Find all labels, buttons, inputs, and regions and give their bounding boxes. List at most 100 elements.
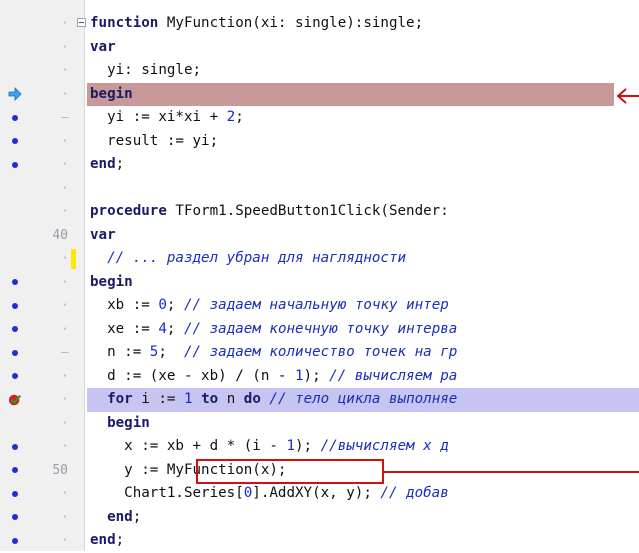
code-text[interactable]: d := (xe - xb) / (n - 1); // вычисляем р… [90, 365, 457, 389]
breakpoint-slot[interactable] [5, 506, 25, 530]
breakpoint-dot-icon [12, 443, 18, 450]
code-line[interactable]: · xb := 0; // задаем начальную точку инт… [0, 294, 639, 318]
code-text[interactable]: xe := 4; // задаем конечную точку интерв… [90, 318, 457, 342]
exec-point-arrow-icon [8, 87, 22, 102]
code-token: ; [115, 156, 125, 172]
gutter-mark: · [61, 392, 69, 406]
keyword-token: to [201, 391, 219, 407]
number-token: 1 [183, 391, 193, 407]
number-token: 2 [226, 109, 236, 125]
code-text[interactable]: end; [90, 529, 124, 553]
gutter-mark: · [61, 180, 69, 195]
code-line[interactable]: · begin [0, 82, 639, 107]
code-line[interactable]: · end; [0, 506, 639, 530]
code-line[interactable]: · x := xb + d * (i - 1); //вычисляем х д [0, 435, 639, 459]
keyword-token: function [90, 15, 159, 31]
breakpoint-slot[interactable] [5, 482, 25, 506]
breakpoint-slot[interactable] [5, 341, 25, 365]
comment-token: // вычисляем ра [329, 367, 458, 384]
breakpoint-slot[interactable] [5, 318, 25, 342]
code-text[interactable]: begin [90, 412, 150, 436]
code-token: xe := [90, 320, 159, 337]
breakpoint-slot[interactable] [5, 153, 25, 177]
code-text[interactable]: n := 5; // задаем количество точек на гр [90, 341, 457, 365]
comment-token: // ... раздел убран для наглядности [90, 250, 407, 266]
breakpoint-slot[interactable] [5, 412, 25, 436]
breakpoint-slot[interactable] [5, 247, 25, 271]
keyword-token: begin [90, 273, 133, 290]
code-text[interactable]: end; [90, 153, 124, 177]
breakpoint-slot[interactable] [5, 12, 25, 36]
code-line[interactable]: · yi: single; [0, 59, 639, 83]
code-line[interactable]: 40 var [0, 224, 639, 248]
code-line[interactable]: · xe := 4; // задаем конечную точку инте… [0, 318, 639, 342]
breakpoint-slot[interactable] [5, 36, 25, 60]
code-token: yi: single; [90, 62, 202, 78]
code-text[interactable]: var [90, 224, 116, 248]
code-text[interactable]: function MyFunction(xi: single):single; [90, 12, 423, 36]
code-line[interactable]: · for i := 1 to n do // тело цикла выпол… [0, 388, 639, 412]
code-text[interactable]: // ... раздел убран для наглядности [90, 247, 406, 271]
gutter-mark: · [61, 533, 69, 547]
breakpoint-slot[interactable] [5, 459, 25, 483]
code-text[interactable]: begin [90, 83, 133, 107]
code-line[interactable]: · begin [0, 412, 639, 436]
code-line[interactable]: · Chart1.Series[0].AddXY(x, y); // добав [0, 482, 639, 506]
breakpoint-dot-icon [12, 467, 18, 474]
code-token: x := xb + d * (i - [90, 438, 287, 454]
breakpoint-slot[interactable] [5, 365, 25, 389]
code-line[interactable]: – n := 5; // задаем количество точек на … [0, 341, 639, 365]
breakpoint-slot[interactable] [5, 529, 25, 553]
code-text[interactable]: end; [90, 506, 141, 530]
breakpoint-slot[interactable] [5, 59, 25, 83]
code-text[interactable]: Chart1.Series[0].AddXY(x, y); // добав [90, 482, 449, 506]
keyword-token: do [243, 391, 261, 407]
code-line[interactable]: · begin [0, 271, 639, 295]
code-token: n [218, 391, 244, 407]
breakpoint-slot[interactable] [5, 388, 25, 412]
code-line[interactable]: · var [0, 36, 639, 60]
breakpoint-slot[interactable] [5, 130, 25, 154]
fold-toggle-icon[interactable] [77, 18, 86, 27]
code-text[interactable]: yi := xi*xi + 2; [90, 106, 244, 130]
code-text[interactable]: result := yi; [90, 130, 218, 154]
gutter-mark: · [61, 63, 69, 77]
code-token: ); [295, 438, 321, 454]
code-text[interactable]: x := xb + d * (i - 1); //вычисляем х д [90, 435, 449, 459]
code-line[interactable]: · function MyFunction(xi: single):single; [0, 12, 639, 36]
code-text[interactable]: var [90, 36, 116, 60]
breakpoint-slot[interactable] [5, 271, 25, 295]
breakpoint-slot[interactable] [5, 294, 25, 318]
code-line[interactable]: · // ... раздел убран для наглядности [0, 247, 639, 271]
breakpoint-slot[interactable] [5, 106, 25, 130]
gutter-mark: · [61, 204, 69, 218]
gutter-mark: · [61, 439, 69, 453]
code-text[interactable]: yi: single; [90, 59, 201, 83]
breakpoint-slot[interactable] [5, 177, 25, 201]
breakpoint-slot[interactable] [5, 83, 25, 107]
code-line[interactable]: · d := (xe - xb) / (n - 1); // вычисляем… [0, 365, 639, 389]
comment-token: // задаем конечную точку интерва [183, 320, 458, 337]
code-editor[interactable]: · function MyFunction(xi: single):single;… [0, 0, 639, 551]
code-text[interactable]: begin [90, 271, 133, 295]
gutter-mark: · [61, 509, 69, 524]
code-token: ; [132, 508, 142, 525]
code-text[interactable]: procedure TForm1.SpeedButton1Click(Sende… [90, 200, 449, 224]
gutter-mark: · [61, 251, 69, 265]
breakpoint-slot[interactable] [5, 224, 25, 248]
code-line[interactable]: · end; [0, 529, 639, 553]
code-line[interactable]: · [0, 177, 639, 201]
code-token: ); [303, 367, 330, 384]
code-text[interactable]: for i := 1 to n do // тело цикла выполня… [90, 388, 457, 412]
breakpoint-slot[interactable] [5, 200, 25, 224]
breakpoint-valid-icon [8, 394, 22, 405]
code-line[interactable]: · procedure TForm1.SpeedButton1Click(Send… [0, 200, 639, 224]
code-line[interactable]: · end; [0, 153, 639, 177]
code-line[interactable]: – yi := xi*xi + 2; [0, 106, 639, 130]
code-line[interactable]: · result := yi; [0, 130, 639, 154]
breakpoint-slot[interactable] [5, 435, 25, 459]
code-text[interactable]: xb := 0; // задаем начальную точку интер [90, 294, 449, 318]
code-token: result := yi; [90, 132, 219, 149]
